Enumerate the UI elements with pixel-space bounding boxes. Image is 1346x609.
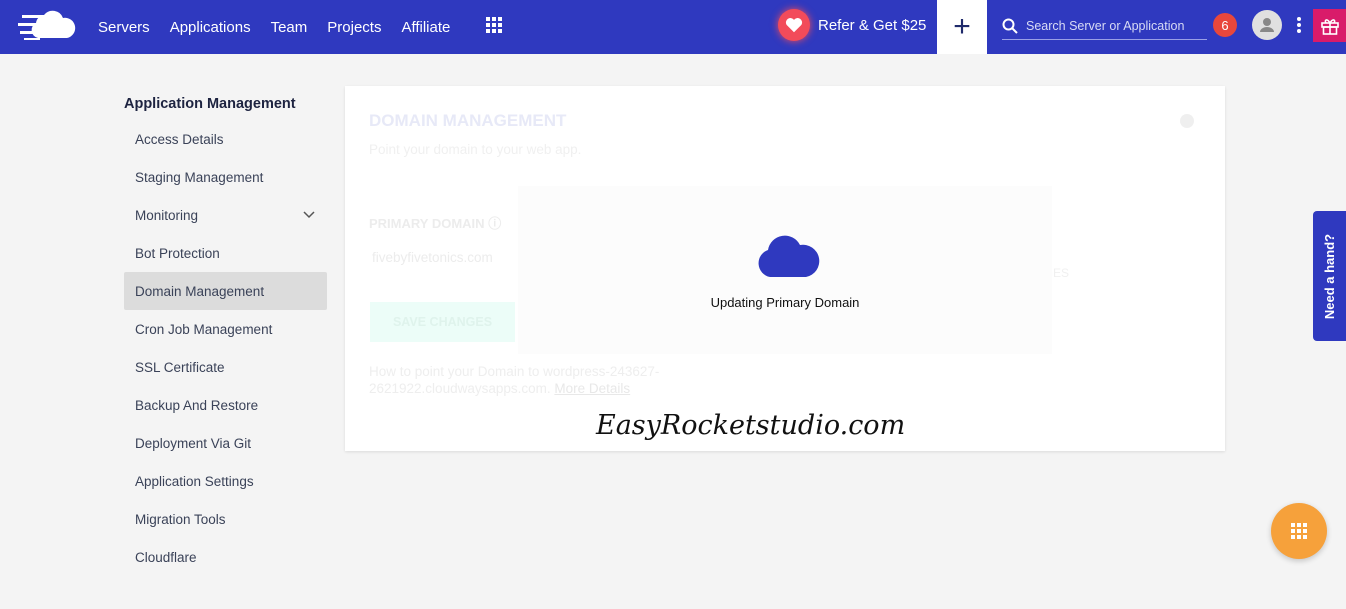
sidebar-item-label: Access Details bbox=[135, 131, 224, 147]
chevron-down-icon bbox=[303, 211, 315, 219]
sidebar-item-label: Migration Tools bbox=[135, 511, 226, 527]
plus-icon: + bbox=[953, 10, 971, 43]
heart-icon bbox=[778, 9, 810, 41]
nav-servers[interactable]: Servers bbox=[98, 19, 150, 36]
search-box bbox=[1002, 12, 1207, 40]
sidebar-item-bot-protection[interactable]: Bot Protection bbox=[124, 234, 327, 272]
sidebar-item-cloudflare[interactable]: Cloudflare bbox=[124, 538, 327, 576]
sidebar-item-label: SSL Certificate bbox=[135, 359, 225, 375]
sidebar-item-cron[interactable]: Cron Job Management bbox=[124, 310, 327, 348]
nav-projects[interactable]: Projects bbox=[327, 19, 381, 36]
more-details-link[interactable]: More Details bbox=[554, 381, 630, 396]
gift-button[interactable] bbox=[1313, 9, 1346, 42]
sidebar-heading: Application Management bbox=[124, 96, 296, 112]
nav-applications[interactable]: Applications bbox=[170, 19, 251, 36]
apps-fab-button[interactable] bbox=[1271, 503, 1327, 559]
sidebar-item-label: Backup And Restore bbox=[135, 397, 259, 413]
primary-domain-value: fivebyfivetonics.com bbox=[372, 250, 493, 265]
how-to-text: How to point your Domain to wordpress-24… bbox=[369, 364, 660, 396]
gift-icon bbox=[1320, 18, 1339, 35]
refer-label: Refer & Get $25 bbox=[818, 16, 927, 34]
sidebar-item-label: Cron Job Management bbox=[135, 321, 273, 337]
sidebar: Application Management Access Details St… bbox=[124, 96, 327, 576]
watermark: EasyRocketstudio.com bbox=[596, 410, 906, 441]
need-a-hand-label: Need a hand? bbox=[1322, 233, 1337, 319]
cloudways-logo[interactable] bbox=[18, 9, 80, 43]
sidebar-item-access-details[interactable]: Access Details bbox=[124, 120, 327, 158]
user-icon bbox=[1260, 18, 1274, 32]
sidebar-item-label: Staging Management bbox=[135, 169, 264, 185]
nav-affiliate[interactable]: Affiliate bbox=[401, 19, 450, 36]
sidebar-item-domain-management[interactable]: Domain Management bbox=[124, 272, 327, 310]
avatar[interactable] bbox=[1252, 10, 1282, 40]
more-vertical-icon[interactable] bbox=[1297, 17, 1301, 33]
apps-grid-icon[interactable] bbox=[486, 17, 502, 33]
grid-icon bbox=[1291, 523, 1307, 539]
sidebar-item-app-settings[interactable]: Application Settings bbox=[124, 462, 327, 500]
add-button[interactable]: + bbox=[937, 0, 987, 54]
sidebar-item-backup[interactable]: Backup And Restore bbox=[124, 386, 327, 424]
help-icon[interactable] bbox=[1180, 114, 1194, 128]
sidebar-item-label: Bot Protection bbox=[135, 245, 220, 261]
refer-button[interactable]: Refer & Get $25 bbox=[778, 9, 926, 41]
sidebar-item-monitoring[interactable]: Monitoring bbox=[124, 196, 327, 234]
sidebar-item-label: Cloudflare bbox=[135, 549, 197, 565]
save-changes-button[interactable]: SAVE CHANGES bbox=[370, 302, 515, 342]
page-title: DOMAIN MANAGEMENT bbox=[369, 111, 567, 130]
sidebar-item-staging[interactable]: Staging Management bbox=[124, 158, 327, 196]
search-icon bbox=[1002, 18, 1018, 34]
sidebar-item-label: Domain Management bbox=[135, 283, 265, 299]
cloud-icon bbox=[758, 235, 820, 277]
primary-domain-label: PRIMARY DOMAIN ⓘ bbox=[369, 216, 502, 231]
sidebar-item-label: Monitoring bbox=[135, 207, 199, 223]
info-icon: ⓘ bbox=[488, 216, 502, 231]
sidebar-item-migration[interactable]: Migration Tools bbox=[124, 500, 327, 538]
top-nav: Servers Applications Team Projects Affil… bbox=[0, 0, 1346, 54]
loading-message: Updating Primary Domain bbox=[710, 294, 860, 310]
need-a-hand-tab[interactable]: Need a hand? bbox=[1313, 211, 1346, 341]
sidebar-item-ssl[interactable]: SSL Certificate bbox=[124, 348, 327, 386]
notification-badge[interactable]: 6 bbox=[1213, 13, 1237, 37]
sidebar-item-label: Application Settings bbox=[135, 473, 254, 489]
search-input[interactable] bbox=[1026, 18, 1201, 33]
nav-team[interactable]: Team bbox=[271, 19, 308, 36]
sidebar-item-git[interactable]: Deployment Via Git bbox=[124, 424, 327, 462]
page-subtitle: Point your domain to your web app. bbox=[369, 142, 582, 157]
sidebar-item-label: Deployment Via Git bbox=[135, 435, 252, 451]
loading-overlay: Updating Primary Domain bbox=[518, 186, 1052, 354]
